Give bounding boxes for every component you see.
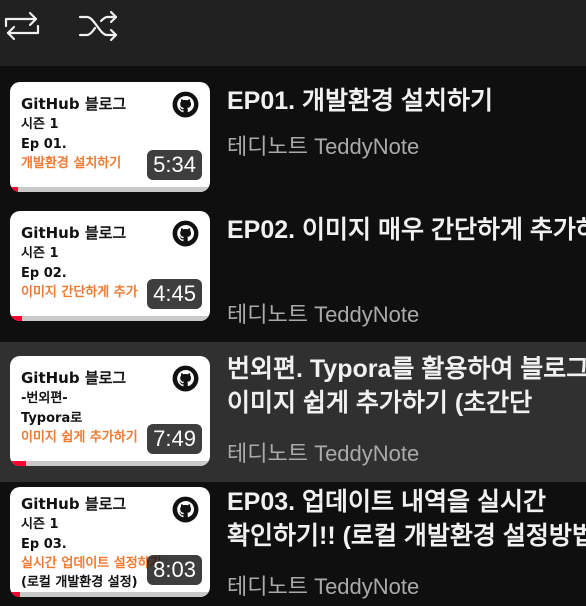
channel-name[interactable]: 테디노트 TeddyNote bbox=[227, 573, 419, 601]
video-title[interactable]: EP03. 업데이트 내역을 실시간 확인하기!! (로컬 개발환경 설정방법) bbox=[227, 485, 586, 553]
thumb-text: Typora로 bbox=[21, 411, 83, 426]
github-icon bbox=[172, 365, 199, 392]
thumb-text: -번외편- bbox=[21, 391, 68, 406]
thumb-text: Ep 03. bbox=[21, 537, 67, 552]
thumb-text: 시즌 1 bbox=[21, 246, 59, 261]
playlist-item[interactable]: GitHub 블로그 시즌 1 Ep 01. 개발환경 설치하기 5:34 EP… bbox=[0, 66, 586, 206]
thumb-text: GitHub 블로그 bbox=[21, 95, 127, 113]
duration-badge: 7:49 bbox=[147, 424, 202, 454]
thumb-text: 이미지 쉽게 추가하기 bbox=[21, 430, 138, 445]
video-thumbnail[interactable]: GitHub 블로그 시즌 1 Ep 01. 개발환경 설치하기 5:34 bbox=[10, 82, 210, 192]
thumb-text: 실시간 업데이트 설정하기 bbox=[21, 556, 162, 571]
thumb-text: 시즌 1 bbox=[21, 517, 59, 532]
playlist-item[interactable]: GitHub 블로그 시즌 1 Ep 02. 이미지 간단하게 추가 4:45 … bbox=[0, 206, 586, 346]
channel-name[interactable]: 테디노트 TeddyNote bbox=[227, 133, 419, 161]
watch-progress-fill bbox=[10, 187, 18, 192]
playlist-controls bbox=[0, 0, 586, 66]
playlist-item-current[interactable]: GitHub 블로그 -번외편- Typora로 이미지 쉽게 추가하기 7:4… bbox=[0, 342, 586, 482]
watch-progress-fill bbox=[10, 316, 22, 321]
duration-badge: 4:45 bbox=[147, 279, 202, 309]
shuffle-icon[interactable] bbox=[76, 4, 120, 48]
watch-progress bbox=[10, 316, 210, 321]
thumb-text: GitHub 블로그 bbox=[21, 224, 127, 242]
thumb-text: Ep 01. bbox=[21, 137, 67, 152]
playlist-panel: GitHub 블로그 시즌 1 Ep 01. 개발환경 설치하기 5:34 EP… bbox=[0, 0, 586, 606]
loop-icon[interactable] bbox=[0, 4, 44, 48]
playlist-item[interactable]: GitHub 블로그 시즌 1 Ep 03. 실시간 업데이트 설정하기 (로컬… bbox=[0, 482, 586, 606]
thumb-text: 이미지 간단하게 추가 bbox=[21, 285, 138, 300]
watch-progress-fill bbox=[10, 592, 20, 597]
duration-badge: 8:03 bbox=[147, 555, 202, 585]
watch-progress bbox=[10, 461, 210, 466]
duration-badge: 5:34 bbox=[147, 150, 202, 180]
video-thumbnail[interactable]: GitHub 블로그 시즌 1 Ep 03. 실시간 업데이트 설정하기 (로컬… bbox=[10, 487, 210, 597]
watch-progress-fill bbox=[10, 461, 26, 466]
watch-progress bbox=[10, 592, 210, 597]
thumb-text: GitHub 블로그 bbox=[21, 495, 127, 513]
github-icon bbox=[172, 496, 199, 523]
video-title[interactable]: 번외편. Typora를 활용하여 블로그에 이미지 쉽게 추가하기 (초간단 bbox=[227, 352, 586, 420]
thumb-text: (로컬 개발환경 설정) bbox=[21, 575, 138, 590]
video-title[interactable]: EP02. 이미지 매우 간단하게 추가하기 bbox=[227, 213, 586, 281]
github-icon bbox=[172, 220, 199, 247]
thumb-text: 시즌 1 bbox=[21, 117, 59, 132]
video-thumbnail[interactable]: GitHub 블로그 -번외편- Typora로 이미지 쉽게 추가하기 7:4… bbox=[10, 356, 210, 466]
github-icon bbox=[172, 91, 199, 118]
channel-name[interactable]: 테디노트 TeddyNote bbox=[227, 301, 419, 329]
video-thumbnail[interactable]: GitHub 블로그 시즌 1 Ep 02. 이미지 간단하게 추가 4:45 bbox=[10, 211, 210, 321]
thumb-text: Ep 02. bbox=[21, 266, 67, 281]
channel-name[interactable]: 테디노트 TeddyNote bbox=[227, 440, 419, 468]
video-title[interactable]: EP01. 개발환경 설치하기 bbox=[227, 84, 586, 118]
thumb-text: 개발환경 설치하기 bbox=[21, 156, 122, 171]
thumb-text: GitHub 블로그 bbox=[21, 369, 127, 387]
watch-progress bbox=[10, 187, 210, 192]
